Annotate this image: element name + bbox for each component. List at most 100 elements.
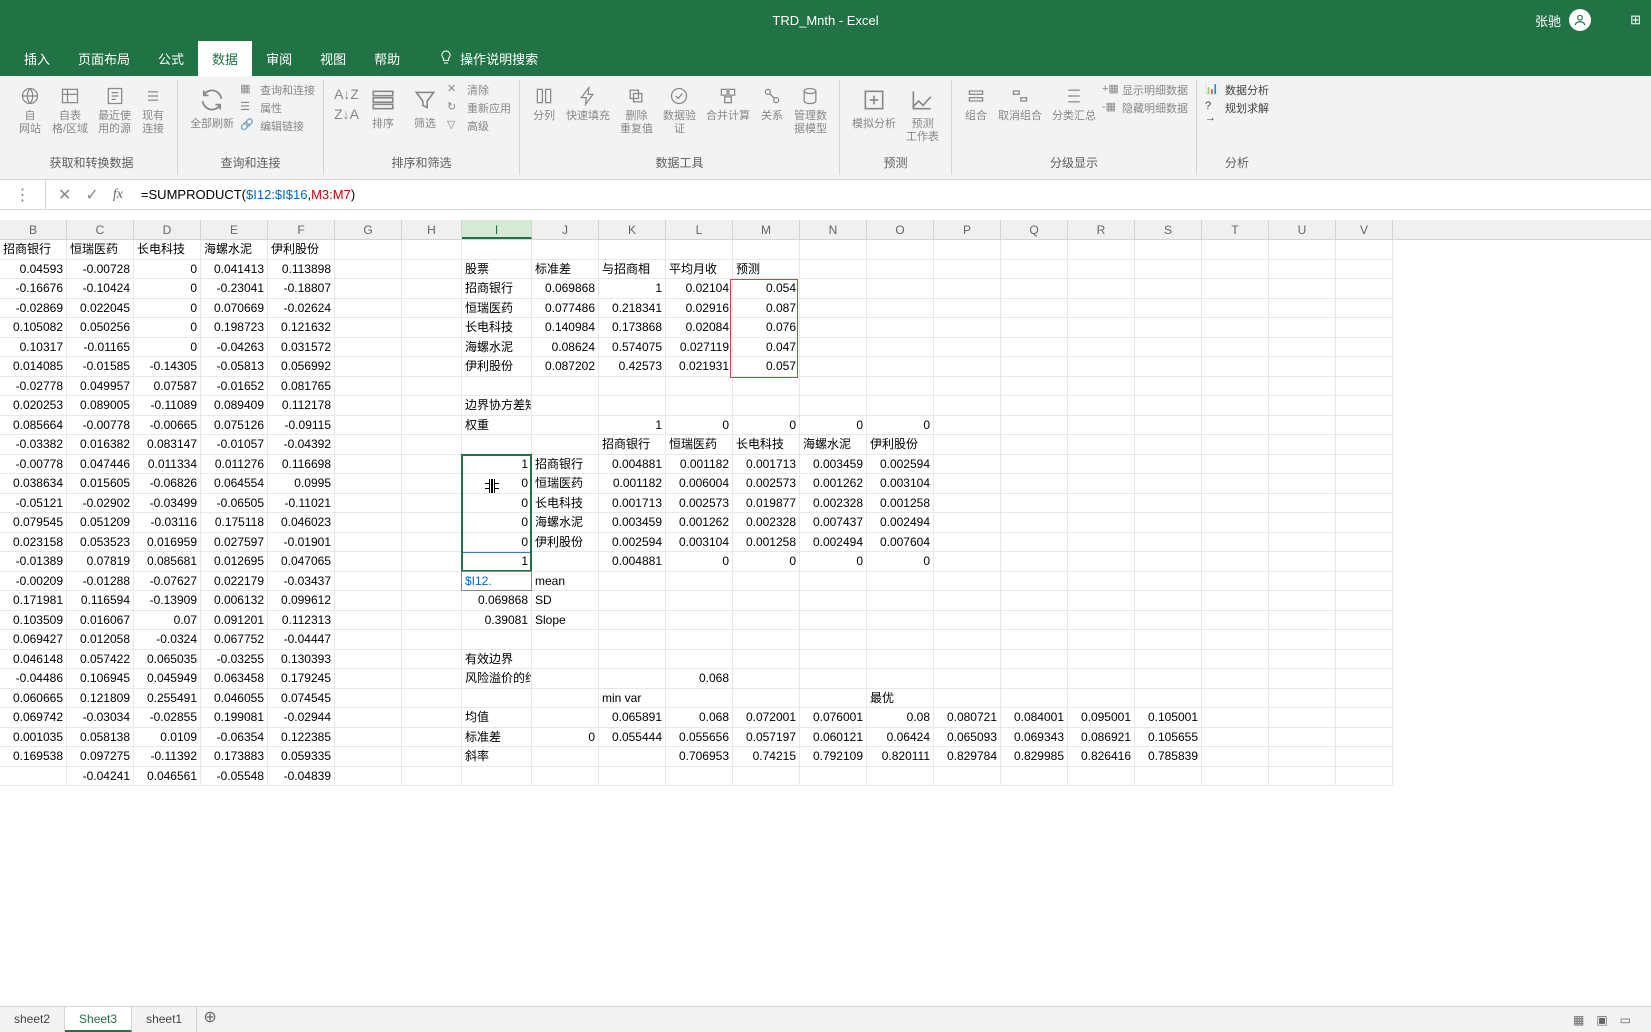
- cell[interactable]: [1336, 728, 1393, 748]
- cell[interactable]: [1068, 377, 1135, 397]
- cell[interactable]: 0.08: [867, 708, 934, 728]
- cell[interactable]: [1068, 513, 1135, 533]
- cell[interactable]: [800, 591, 867, 611]
- cell[interactable]: 0.087202: [532, 357, 599, 377]
- cell[interactable]: [1001, 416, 1068, 436]
- cell[interactable]: 0.068: [666, 669, 733, 689]
- cell[interactable]: 0: [134, 338, 201, 358]
- cell[interactable]: [1202, 338, 1269, 358]
- cell[interactable]: [1068, 260, 1135, 280]
- cell[interactable]: -0.06354: [201, 728, 268, 748]
- cell[interactable]: [1068, 338, 1135, 358]
- show-detail-button[interactable]: +▦显示明细数据: [1102, 82, 1188, 98]
- cell[interactable]: [402, 435, 462, 455]
- cell[interactable]: [1202, 494, 1269, 514]
- cell[interactable]: [402, 299, 462, 319]
- cell[interactable]: [402, 338, 462, 358]
- cell[interactable]: 0.001713: [733, 455, 800, 475]
- cell[interactable]: [934, 689, 1001, 709]
- cell[interactable]: [1068, 396, 1135, 416]
- cell[interactable]: [532, 240, 599, 260]
- cell[interactable]: [1202, 299, 1269, 319]
- cell[interactable]: [1068, 650, 1135, 670]
- cell[interactable]: [599, 240, 666, 260]
- cell[interactable]: [1269, 279, 1336, 299]
- cell[interactable]: -0.02778: [0, 377, 67, 397]
- cell[interactable]: [1202, 377, 1269, 397]
- cell[interactable]: [867, 357, 934, 377]
- cell[interactable]: 0.016067: [67, 611, 134, 631]
- cell[interactable]: 0: [800, 416, 867, 436]
- cell[interactable]: [1202, 747, 1269, 767]
- cell[interactable]: [335, 591, 402, 611]
- cell[interactable]: [532, 708, 599, 728]
- cell[interactable]: 0.083147: [134, 435, 201, 455]
- cell[interactable]: [402, 552, 462, 572]
- cell[interactable]: [1336, 669, 1393, 689]
- cell[interactable]: [462, 630, 532, 650]
- cell[interactable]: 0.002594: [599, 533, 666, 553]
- cell[interactable]: 0.053523: [67, 533, 134, 553]
- cell[interactable]: 0.173868: [599, 318, 666, 338]
- cell[interactable]: 0.065891: [599, 708, 666, 728]
- cell[interactable]: 0.105082: [0, 318, 67, 338]
- cell[interactable]: 0.829784: [934, 747, 1001, 767]
- cell[interactable]: 0.011334: [134, 455, 201, 475]
- cell[interactable]: [934, 669, 1001, 689]
- cell[interactable]: 0.069742: [0, 708, 67, 728]
- cell[interactable]: 预测: [733, 260, 800, 280]
- cell[interactable]: -0.01057: [201, 435, 268, 455]
- cell[interactable]: 0.041413: [201, 260, 268, 280]
- cell[interactable]: [666, 630, 733, 650]
- cell[interactable]: 0.089005: [67, 396, 134, 416]
- cell[interactable]: [1269, 728, 1336, 748]
- cell[interactable]: [1202, 572, 1269, 592]
- cell[interactable]: 0.001262: [666, 513, 733, 533]
- cell[interactable]: [599, 377, 666, 397]
- cell[interactable]: [666, 377, 733, 397]
- tell-me[interactable]: 操作说明搜索: [424, 41, 552, 76]
- cell[interactable]: 0.105001: [1135, 708, 1202, 728]
- cell[interactable]: [1001, 474, 1068, 494]
- cell[interactable]: [733, 572, 800, 592]
- cell[interactable]: 0.002494: [867, 513, 934, 533]
- cell[interactable]: [1269, 513, 1336, 533]
- cell[interactable]: [733, 591, 800, 611]
- cell[interactable]: [1269, 708, 1336, 728]
- cell[interactable]: [1068, 435, 1135, 455]
- reapply-button[interactable]: ↻重新应用: [447, 100, 511, 116]
- cell[interactable]: [1336, 591, 1393, 611]
- cell[interactable]: [934, 494, 1001, 514]
- cell[interactable]: 0.055444: [599, 728, 666, 748]
- cell[interactable]: [1001, 669, 1068, 689]
- enter-formula-icon[interactable]: ✓: [85, 185, 98, 205]
- cell[interactable]: -0.04263: [201, 338, 268, 358]
- cell[interactable]: 0.140984: [532, 318, 599, 338]
- cell[interactable]: 海螺水泥: [462, 338, 532, 358]
- cell[interactable]: [335, 279, 402, 299]
- from-table-button[interactable]: 自表 格/区域: [48, 82, 92, 138]
- cell[interactable]: [934, 650, 1001, 670]
- refresh-all-button[interactable]: 全部刷新: [186, 82, 238, 133]
- group-button[interactable]: 组合: [960, 82, 992, 125]
- cell[interactable]: 0.0995: [268, 474, 335, 494]
- ungroup-button[interactable]: 取消组合: [994, 82, 1046, 125]
- cell[interactable]: [1202, 357, 1269, 377]
- cell[interactable]: [934, 299, 1001, 319]
- cell[interactable]: 长电科技: [462, 318, 532, 338]
- cell[interactable]: 0.173883: [201, 747, 268, 767]
- cell[interactable]: [1336, 767, 1393, 787]
- cell[interactable]: [666, 591, 733, 611]
- cell[interactable]: 0.070669: [201, 299, 268, 319]
- cell[interactable]: 0: [134, 299, 201, 319]
- cell[interactable]: [1135, 630, 1202, 650]
- cell[interactable]: [800, 357, 867, 377]
- cell[interactable]: -0.05548: [201, 767, 268, 787]
- cell[interactable]: 0.112178: [268, 396, 335, 416]
- cell[interactable]: [1202, 728, 1269, 748]
- cell[interactable]: 0.116698: [268, 455, 335, 475]
- cell[interactable]: [867, 669, 934, 689]
- cell[interactable]: -0.07627: [134, 572, 201, 592]
- cell[interactable]: 0.001035: [0, 728, 67, 748]
- cell[interactable]: 长电科技: [532, 494, 599, 514]
